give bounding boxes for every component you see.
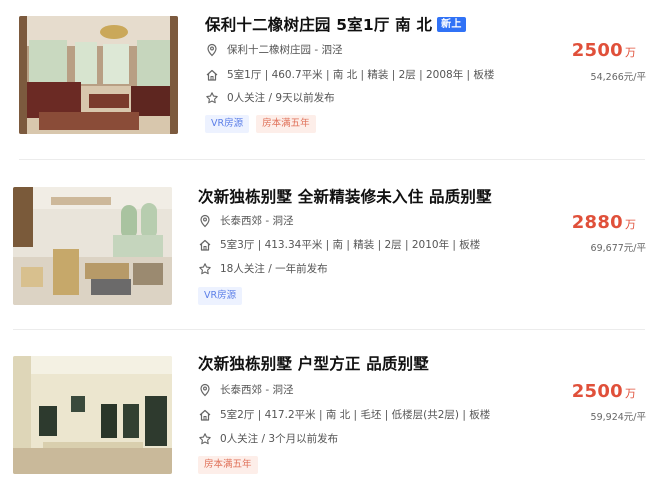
- listing-list: 保利十二橡树庄园 5室1厅 南 北新上 保利十二橡树庄园 - 泗泾 5室1厅 |…: [0, 0, 660, 503]
- house-icon: [198, 408, 212, 422]
- listing-item[interactable]: 保利十二橡树庄园 5室1厅 南 北新上 保利十二橡树庄园 - 泗泾 5室1厅 |…: [0, 0, 660, 160]
- listing-title-text[interactable]: 次新独栋别墅 户型方正 品质别墅: [198, 355, 429, 373]
- follow-info-row: 0人关注 / 3个月以前发布: [198, 431, 338, 446]
- location-text[interactable]: 长泰西郊 - 洞泾: [220, 382, 293, 397]
- location-row: 长泰西郊 - 洞泾: [198, 213, 293, 228]
- tag-ownership-5-years[interactable]: 房本满五年: [256, 115, 316, 133]
- star-icon: [205, 91, 219, 105]
- follow-info-text: 0人关注 / 3个月以前发布: [220, 433, 339, 445]
- listing-title[interactable]: 次新独栋别墅 户型方正 品质别墅: [198, 352, 429, 374]
- listing-item[interactable]: 次新独栋别墅 全新精装修未入住 品质别墅 长泰西郊 - 洞泾 5室3厅 | 41…: [0, 160, 660, 330]
- new-listing-badge: 新上: [437, 17, 466, 32]
- tag-ownership-5-years[interactable]: 房本满五年: [198, 456, 258, 474]
- house-info-row: 5室3厅 | 413.34平米 | 南 | 精装 | 2层 | 2010年 | …: [198, 237, 480, 252]
- house-info-text: 5室1厅 | 460.7平米 | 南 北 | 精装 | 2层 | 2008年 |…: [227, 69, 495, 81]
- total-price: 2880 万: [572, 212, 636, 233]
- follow-info-text: 18人关注 / 一年前发布: [220, 263, 328, 275]
- house-icon: [205, 68, 219, 82]
- follow-info-text: 0人关注 / 9天以前发布: [227, 92, 335, 104]
- location-pin-icon: [198, 214, 212, 228]
- unit-price: 54,266元/平: [590, 72, 646, 83]
- total-price-unit: 万: [625, 387, 636, 400]
- unit-price: 59,924元/平: [590, 412, 646, 423]
- tag-list: 房本满五年: [198, 456, 258, 474]
- tag-list: VR房源: [198, 287, 243, 305]
- location-row: 长泰西郊 - 洞泾: [198, 382, 293, 397]
- unit-price: 69,677元/平: [590, 243, 646, 254]
- star-icon: [198, 262, 212, 276]
- total-price-value: 2880: [571, 212, 623, 233]
- follow-info-row: 0人关注 / 9天以前发布: [205, 90, 335, 105]
- listing-title-text[interactable]: 次新独栋别墅 全新精装修未入住 品质别墅: [198, 188, 492, 206]
- listing-photo[interactable]: [19, 16, 178, 134]
- listing-title[interactable]: 保利十二橡树庄园 5室1厅 南 北新上: [205, 13, 466, 35]
- total-price-value: 2500: [571, 381, 623, 402]
- total-price-unit: 万: [625, 46, 636, 59]
- house-info-text: 5室2厅 | 417.2平米 | 南 北 | 毛坯 | 低楼层(共2层) | 板…: [220, 409, 491, 421]
- location-row: 保利十二橡树庄园 - 泗泾: [205, 42, 342, 57]
- listing-photo[interactable]: [13, 187, 172, 305]
- location-text[interactable]: 保利十二橡树庄园 - 泗泾: [227, 42, 342, 57]
- listing-title-text[interactable]: 保利十二橡树庄园 5室1厅 南 北: [205, 16, 432, 34]
- listing-title[interactable]: 次新独栋别墅 全新精装修未入住 品质别墅: [198, 185, 492, 207]
- listing-item[interactable]: 次新独栋别墅 户型方正 品质别墅 长泰西郊 - 洞泾 5室2厅 | 417.2平…: [0, 330, 660, 503]
- tag-vr[interactable]: VR房源: [205, 115, 250, 133]
- total-price-unit: 万: [625, 218, 636, 231]
- house-info-row: 5室2厅 | 417.2平米 | 南 北 | 毛坯 | 低楼层(共2层) | 板…: [198, 407, 490, 422]
- house-info-row: 5室1厅 | 460.7平米 | 南 北 | 精装 | 2层 | 2008年 |…: [205, 67, 494, 82]
- location-text[interactable]: 长泰西郊 - 洞泾: [220, 213, 293, 228]
- total-price: 2500 万: [572, 381, 636, 402]
- house-info-text: 5室3厅 | 413.34平米 | 南 | 精装 | 2层 | 2010年 | …: [220, 239, 481, 251]
- location-pin-icon: [205, 43, 219, 57]
- listing-photo[interactable]: [13, 356, 172, 474]
- house-icon: [198, 238, 212, 252]
- tag-list: VR房源 房本满五年: [205, 115, 316, 133]
- star-icon: [198, 432, 212, 446]
- total-price: 2500 万: [572, 40, 636, 61]
- tag-vr[interactable]: VR房源: [198, 287, 243, 305]
- location-pin-icon: [198, 383, 212, 397]
- follow-info-row: 18人关注 / 一年前发布: [198, 261, 328, 276]
- total-price-value: 2500: [571, 40, 623, 61]
